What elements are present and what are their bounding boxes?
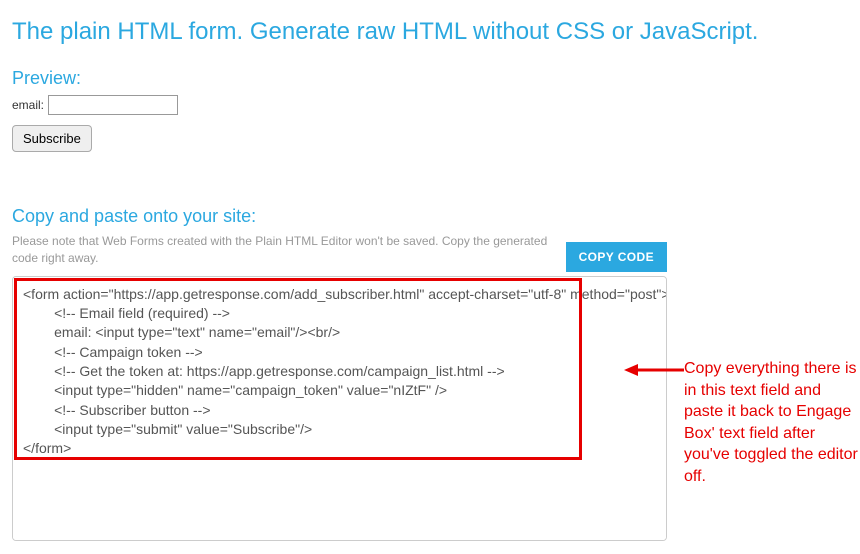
code-textarea[interactable] (12, 276, 667, 541)
copy-heading: Copy and paste onto your site: (12, 206, 848, 227)
preview-form: email: (12, 95, 848, 115)
page-title: The plain HTML form. Generate raw HTML w… (12, 18, 848, 46)
copy-code-button[interactable]: COPY CODE (566, 242, 667, 272)
copy-note: Please note that Web Forms created with … (12, 233, 552, 268)
subscribe-button[interactable]: Subscribe (12, 125, 92, 152)
email-label: email: (12, 98, 44, 112)
annotation-text: Copy everything there is in this text fi… (684, 358, 860, 488)
email-field[interactable] (48, 95, 178, 115)
preview-heading: Preview: (12, 68, 848, 89)
